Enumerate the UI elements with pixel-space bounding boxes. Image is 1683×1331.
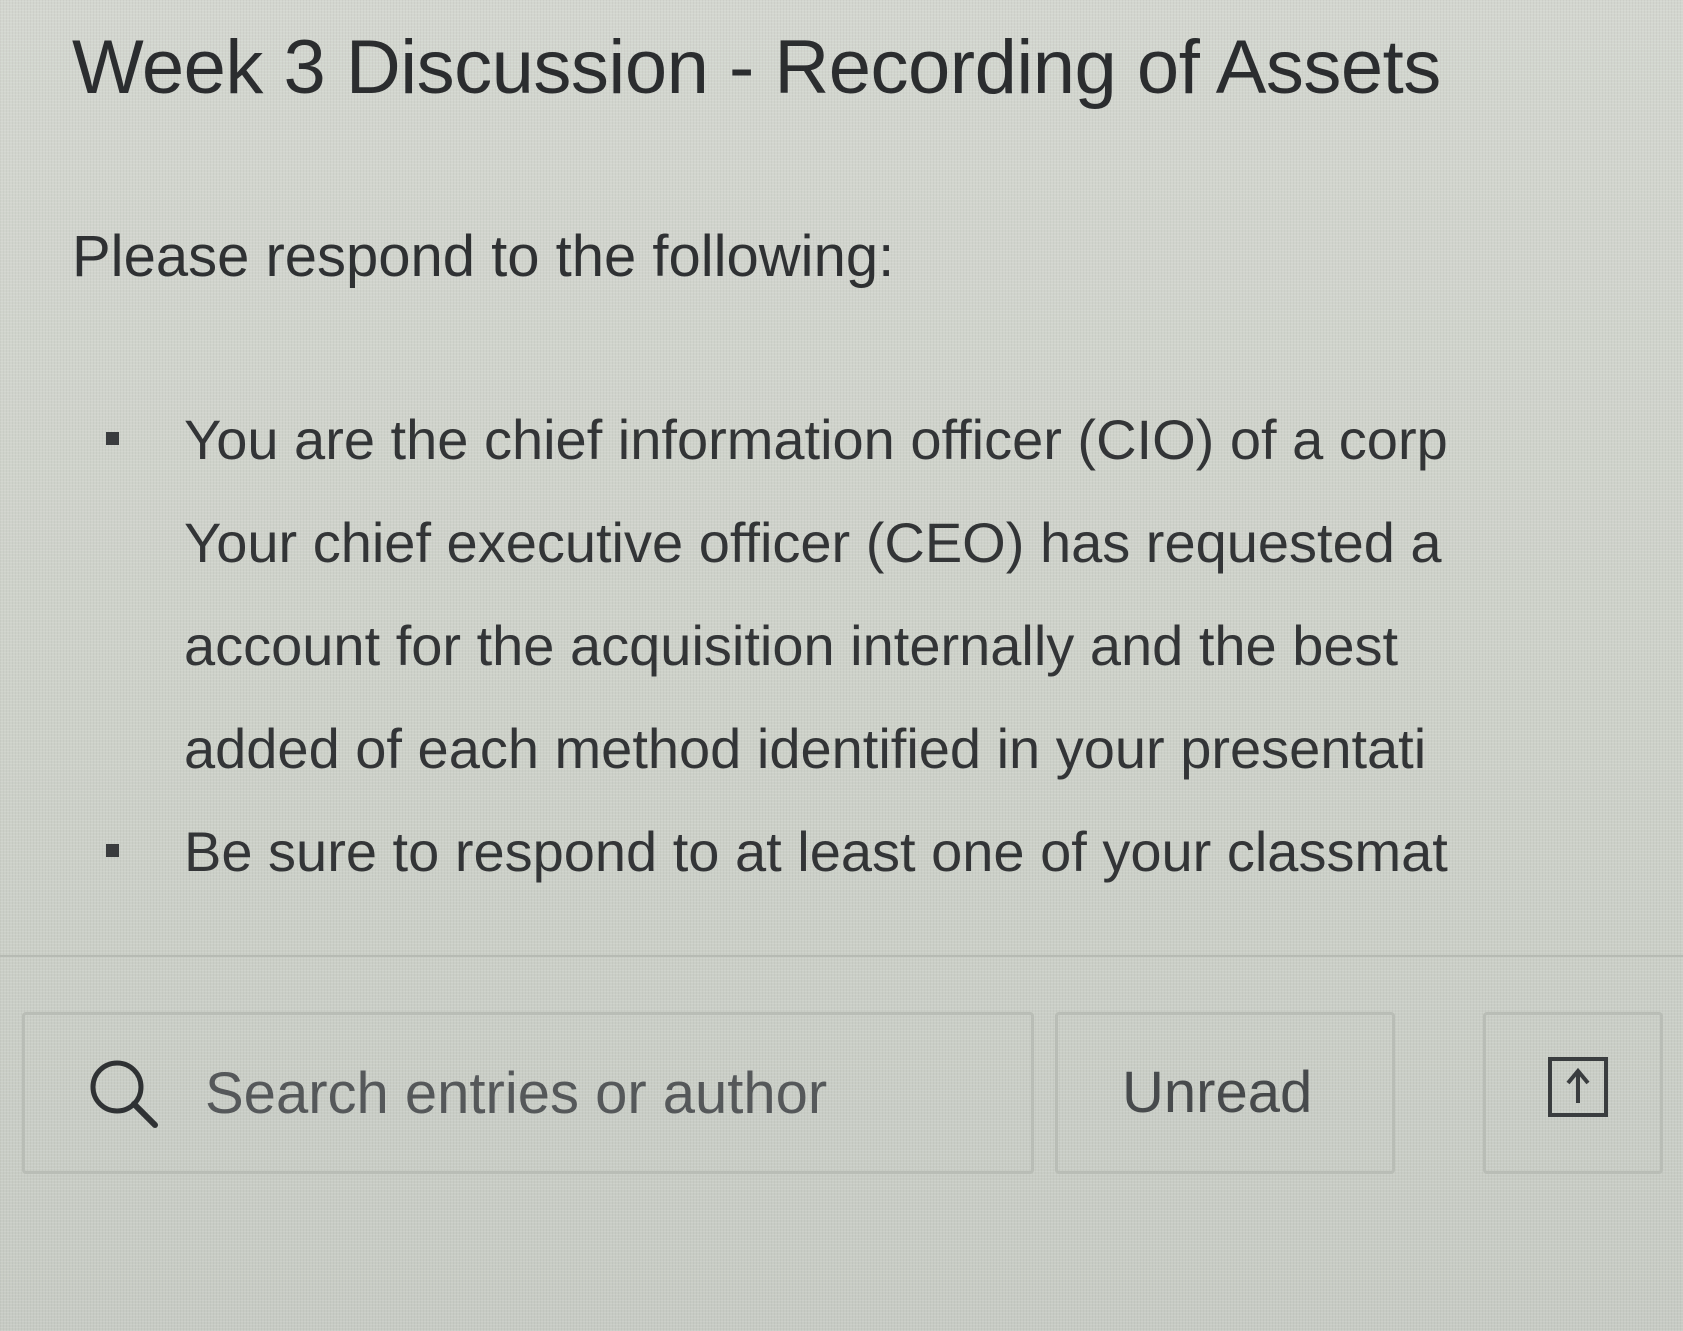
bullet-marker (106, 432, 119, 445)
unread-filter-select[interactable]: Unread (1055, 1012, 1395, 1174)
search-box[interactable] (22, 1012, 1034, 1174)
section-divider (0, 955, 1683, 957)
prompt-line: Your chief executive officer (CEO) has r… (184, 511, 1442, 574)
prompt-line: account for the acquisition internally a… (184, 614, 1399, 677)
sort-button[interactable] (1483, 1012, 1663, 1174)
prompt-bullet: Be sure to respond to at least one of yo… (106, 800, 1683, 903)
page-title: Week 3 Discussion - Recording of Assets (72, 25, 1441, 110)
sort-icon (1548, 1057, 1608, 1117)
discussion-prompt-list: You are the chief information officer (C… (106, 388, 1683, 903)
discussion-intro: Please respond to the following: (72, 224, 895, 289)
prompt-line: You are the chief information officer (C… (184, 408, 1448, 471)
prompt-line: added of each method identified in your … (184, 717, 1427, 780)
search-icon[interactable] (85, 1055, 161, 1131)
search-input[interactable] (205, 1043, 1005, 1143)
bullet-marker (106, 844, 119, 857)
prompt-bullet: You are the chief information officer (C… (106, 388, 1683, 800)
prompt-line: Be sure to respond to at least one of yo… (184, 820, 1448, 883)
